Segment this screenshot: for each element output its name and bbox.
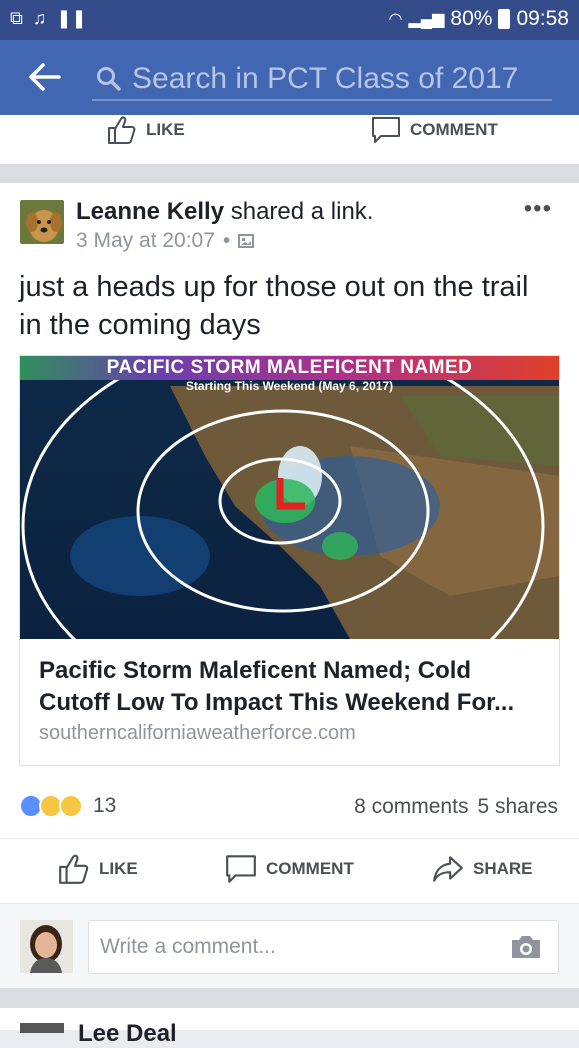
like-label: LIKE: [99, 859, 138, 878]
more-options-icon[interactable]: •••: [524, 195, 552, 223]
camera-icon[interactable]: [510, 934, 542, 960]
shares-count[interactable]: 5 shares: [477, 795, 558, 819]
post-action-text: shared a link.: [224, 198, 374, 225]
map-banner-title: PACIFIC STORM MALEFICENT NAMED: [106, 357, 473, 378]
post-header: Leanne Kelly shared a link.: [76, 198, 373, 226]
reaction-summary[interactable]: 13: [19, 794, 116, 818]
haha-reaction-icon: [59, 794, 83, 818]
link-domain: southerncaliforniaweatherforce.com: [39, 722, 356, 744]
comment-placeholder: Write a comment...: [100, 935, 276, 958]
previous-comment-label: COMMENT: [410, 120, 498, 139]
link-title[interactable]: Pacific Storm Maleficent Named; Cold Cut…: [39, 655, 544, 719]
link-preview-card[interactable]: PACIFIC STORM MALEFICENT NAMED Starting …: [19, 355, 560, 766]
previous-post-actions: LIKE COMMENT: [0, 115, 579, 165]
media-icon: ♫: [32, 8, 47, 28]
comment-input[interactable]: Write a comment...: [88, 920, 559, 974]
search-icon: [97, 66, 121, 91]
comment-icon: [226, 855, 256, 883]
photo-audience-icon: [238, 234, 255, 248]
next-avatar[interactable]: [20, 1023, 64, 1033]
comments-count[interactable]: 8 comments: [354, 795, 468, 819]
status-bar: ⧉ ♫ ❚❚ ◠ ▂▄▆ 80% 09:58: [0, 0, 579, 40]
search-placeholder: Search in PCT Class of 2017: [132, 61, 519, 95]
comment-icon: [372, 117, 400, 143]
thumbs-up-icon: [108, 116, 136, 144]
status-left-icons: ⧉ ♫ ❚❚: [10, 8, 87, 29]
clock: 09:58: [516, 7, 569, 30]
back-arrow-icon[interactable]: [28, 62, 62, 92]
previous-like-label: LIKE: [146, 120, 185, 139]
feed-divider: [0, 165, 579, 183]
map-banner-subtitle: Starting This Weekend (May 6, 2017): [185, 379, 394, 393]
post-meta: 3 May at 20:07 •: [76, 229, 255, 253]
engagement-counts: 8 comments 5 shares: [354, 795, 558, 819]
share-label: SHARE: [473, 859, 533, 878]
thumbs-up-icon: [59, 854, 89, 884]
search-input[interactable]: Search in PCT Class of 2017: [92, 58, 552, 101]
battery-icon: [498, 9, 511, 29]
author-name[interactable]: Leanne Kelly: [76, 198, 224, 225]
avatar[interactable]: [20, 200, 64, 244]
status-right: ◠ ▂▄▆ 80% 09:58: [388, 7, 569, 31]
share-arrow-icon: [433, 856, 463, 882]
search-header: Search in PCT Class of 2017: [0, 40, 579, 115]
next-feed-post: Lee Deal: [0, 1008, 579, 1047]
usb-icon: ⧉: [10, 8, 23, 28]
post-action-bar: LIKE COMMENT SHARE: [0, 838, 579, 903]
comment-button[interactable]: COMMENT: [224, 853, 354, 885]
previous-like-button[interactable]: LIKE: [106, 115, 185, 145]
signal-icon: ▂▄▆: [408, 11, 445, 28]
feed-divider: [0, 988, 579, 1008]
comment-composer: Write a comment...: [0, 903, 579, 988]
like-button[interactable]: LIKE: [57, 853, 138, 885]
feed-post: Leanne Kelly shared a link. 3 May at 20:…: [0, 183, 579, 988]
post-text: just a heads up for those out on the tra…: [19, 271, 529, 341]
user-avatar: [20, 920, 73, 973]
battery-percent: 80%: [450, 7, 493, 30]
pause-icon: ❚❚: [56, 8, 87, 28]
wifi-icon: ◠: [388, 11, 403, 28]
previous-comment-button[interactable]: COMMENT: [370, 115, 498, 145]
link-preview-image[interactable]: PACIFIC STORM MALEFICENT NAMED Starting …: [20, 356, 559, 639]
comment-label: COMMENT: [266, 859, 354, 878]
post-date[interactable]: 3 May at 20:07: [76, 229, 215, 253]
meta-separator: •: [222, 229, 231, 252]
share-button[interactable]: SHARE: [431, 853, 533, 885]
reaction-count: 13: [93, 794, 117, 817]
next-author-name[interactable]: Lee Deal: [78, 1020, 177, 1048]
